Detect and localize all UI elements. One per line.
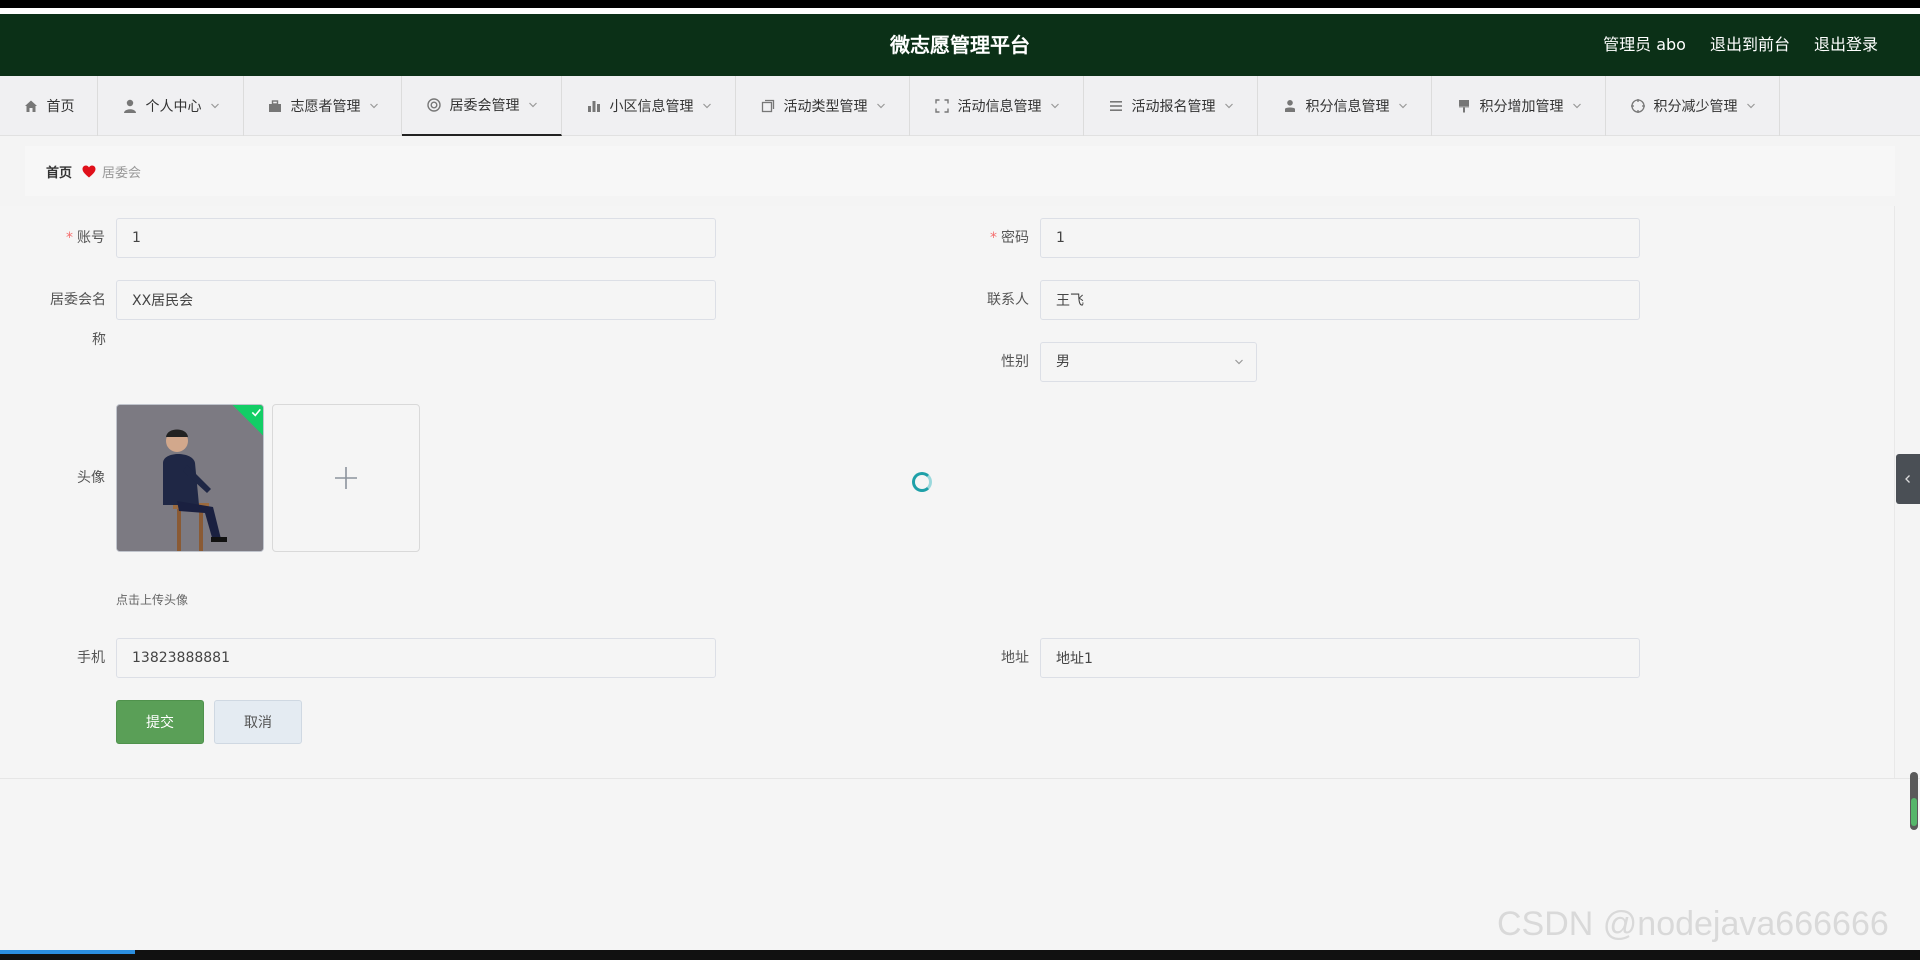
checkmark-icon xyxy=(251,408,261,417)
address-input[interactable] xyxy=(1040,638,1640,678)
brush-icon xyxy=(1456,98,1472,114)
header-actions: 管理员 abo 退出到前台 退出登录 xyxy=(1603,14,1878,76)
gender-select[interactable]: 男 xyxy=(1040,342,1257,382)
compass-icon xyxy=(1630,98,1646,114)
committee-name-input[interactable] xyxy=(116,280,716,320)
breadcrumb-current: 居委会 xyxy=(102,165,142,181)
nav-item-committee-management[interactable]: 居委会管理 xyxy=(402,76,562,136)
avatar-image[interactable] xyxy=(116,404,264,552)
nav-item-label: 居委会管理 xyxy=(449,98,520,114)
submit-button[interactable]: 提交 xyxy=(116,700,204,744)
chevron-down-icon xyxy=(1050,101,1060,111)
loading-spinner-icon xyxy=(912,472,932,492)
loading-progress-bar xyxy=(0,950,135,954)
nav-item-volunteer-management[interactable]: 志愿者管理 xyxy=(244,76,402,136)
chevron-down-icon xyxy=(369,101,379,111)
nav-item-community-info-management[interactable]: 小区信息管理 xyxy=(562,76,736,136)
chevron-down-icon xyxy=(702,101,712,111)
nav-item-home[interactable]: 首页 xyxy=(0,76,98,136)
person-photo-icon xyxy=(117,405,263,551)
chevron-down-icon xyxy=(1234,357,1244,367)
plus-icon xyxy=(335,467,357,489)
required-mark: * xyxy=(990,230,997,246)
nav-item-label: 积分减少管理 xyxy=(1653,99,1738,115)
current-user: 管理员 abo xyxy=(1603,35,1686,54)
list-icon xyxy=(1108,98,1124,114)
nav-item-points-increase-management[interactable]: 积分增加管理 xyxy=(1432,76,1606,136)
chevron-down-icon xyxy=(1572,101,1582,111)
nav-item-label: 积分信息管理 xyxy=(1305,99,1390,115)
contact-input[interactable] xyxy=(1040,280,1640,320)
committee-name-label: 居委会名称 xyxy=(50,292,106,348)
home-icon xyxy=(23,98,39,114)
side-panel-toggle[interactable] xyxy=(1896,454,1920,504)
chevron-down-icon xyxy=(528,100,538,110)
window-top-edge xyxy=(0,0,1920,8)
person-icon xyxy=(1282,98,1298,114)
nav-item-activity-signup-management[interactable]: 活动报名管理 xyxy=(1084,76,1258,136)
avatar-label: 头像 xyxy=(77,470,105,486)
watermark-text: CSDN @nodejava666666 xyxy=(1497,905,1889,943)
avatar-upload-tip: 点击上传头像 xyxy=(116,593,189,607)
chevron-down-icon xyxy=(1746,101,1756,111)
chevron-down-icon xyxy=(1224,101,1234,111)
chevron-down-icon xyxy=(1398,101,1408,111)
account-input[interactable] xyxy=(116,218,716,258)
gender-selected-value: 男 xyxy=(1056,354,1070,370)
required-mark: * xyxy=(66,230,73,246)
avatar-upload-button[interactable] xyxy=(272,404,420,552)
briefcase-icon xyxy=(267,98,283,114)
gender-label: 性别 xyxy=(1001,354,1029,370)
cancel-button[interactable]: 取消 xyxy=(214,700,302,744)
nav-item-label: 活动类型管理 xyxy=(783,99,868,115)
password-label: * 密码 xyxy=(990,230,1029,246)
nav-item-personal-center[interactable]: 个人中心 xyxy=(98,76,244,136)
window-bottom-bar xyxy=(0,950,1920,960)
main-nav: 首页 个人中心 志愿者管理 居委会管理 小区信息管理 活动类型管理 活动信息管理… xyxy=(0,76,1920,136)
app-header: 微志愿管理平台 管理员 abo 退出到前台 退出登录 xyxy=(0,14,1920,76)
address-label: 地址 xyxy=(1001,650,1029,666)
lifebuoy-icon xyxy=(426,97,442,113)
exit-to-front-link[interactable]: 退出到前台 xyxy=(1710,14,1790,76)
bar-chart-icon xyxy=(586,98,602,114)
account-label: * 账号 xyxy=(66,230,105,246)
heart-icon xyxy=(82,165,96,178)
nav-item-activity-info-management[interactable]: 活动信息管理 xyxy=(910,76,1084,136)
nav-item-label: 积分增加管理 xyxy=(1479,99,1564,115)
nav-item-points-decrease-management[interactable]: 积分减少管理 xyxy=(1606,76,1780,136)
contact-label: 联系人 xyxy=(987,292,1029,308)
scrollbar-thumb[interactable] xyxy=(1911,798,1917,826)
vertical-scrollbar[interactable] xyxy=(1910,772,1918,830)
chevron-down-icon xyxy=(210,101,220,111)
frame-icon xyxy=(934,98,950,114)
nav-item-activity-type-management[interactable]: 活动类型管理 xyxy=(736,76,910,136)
nav-item-label: 活动报名管理 xyxy=(1131,99,1216,115)
logout-link[interactable]: 退出登录 xyxy=(1814,14,1878,76)
nav-item-label: 志愿者管理 xyxy=(290,99,361,115)
nav-item-label: 活动信息管理 xyxy=(957,99,1042,115)
phone-label: 手机 xyxy=(77,650,105,666)
copy-icon xyxy=(760,98,776,114)
nav-item-label: 首页 xyxy=(46,99,75,115)
breadcrumb: 首页 居委会 xyxy=(25,146,1895,196)
nav-item-points-info-management[interactable]: 积分信息管理 xyxy=(1258,76,1432,136)
nav-item-label: 小区信息管理 xyxy=(609,99,694,115)
password-input[interactable] xyxy=(1040,218,1640,258)
user-icon xyxy=(122,98,138,114)
nav-item-label: 个人中心 xyxy=(145,99,202,115)
phone-input[interactable] xyxy=(116,638,716,678)
chevron-down-icon xyxy=(876,101,886,111)
chevron-left-icon xyxy=(1905,475,1910,483)
breadcrumb-home[interactable]: 首页 xyxy=(46,162,72,181)
